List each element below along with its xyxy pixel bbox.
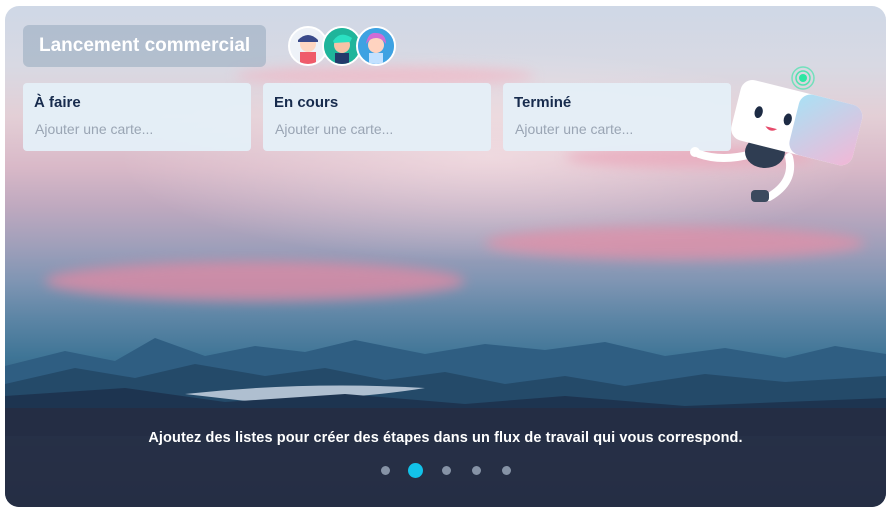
add-card-placeholder[interactable]: Ajouter une carte...	[35, 121, 153, 137]
onboarding-caption: Ajoutez des listes pour créer des étapes…	[148, 430, 743, 446]
onboarding-card: Lancement commercial À faire Ajouter une…	[5, 6, 886, 507]
list-title[interactable]: À faire	[34, 94, 81, 111]
avatar-person-3-icon	[356, 26, 396, 66]
board-title[interactable]: Lancement commercial	[23, 25, 267, 67]
step-dot-active[interactable]	[408, 463, 423, 478]
step-dot[interactable]	[501, 466, 511, 475]
robot-mascot-icon	[690, 66, 863, 202]
step-dot[interactable]	[380, 466, 390, 475]
add-card-placeholder[interactable]: Ajouter une carte...	[275, 121, 393, 137]
pink-cloud	[485, 226, 865, 260]
list-todo[interactable]: À faire Ajouter une carte...	[23, 83, 251, 151]
list-title[interactable]: Terminé	[514, 94, 571, 111]
onboarding-footer: Ajoutez des listes pour créer des étapes…	[5, 408, 886, 507]
list-title[interactable]: En cours	[274, 94, 338, 111]
step-dot[interactable]	[441, 466, 451, 475]
step-indicator	[5, 463, 886, 478]
pink-cloud	[45, 261, 465, 301]
list-in-progress[interactable]: En cours Ajouter une carte...	[263, 83, 491, 151]
add-card-placeholder[interactable]: Ajouter une carte...	[515, 121, 633, 137]
step-dot[interactable]	[471, 466, 481, 475]
